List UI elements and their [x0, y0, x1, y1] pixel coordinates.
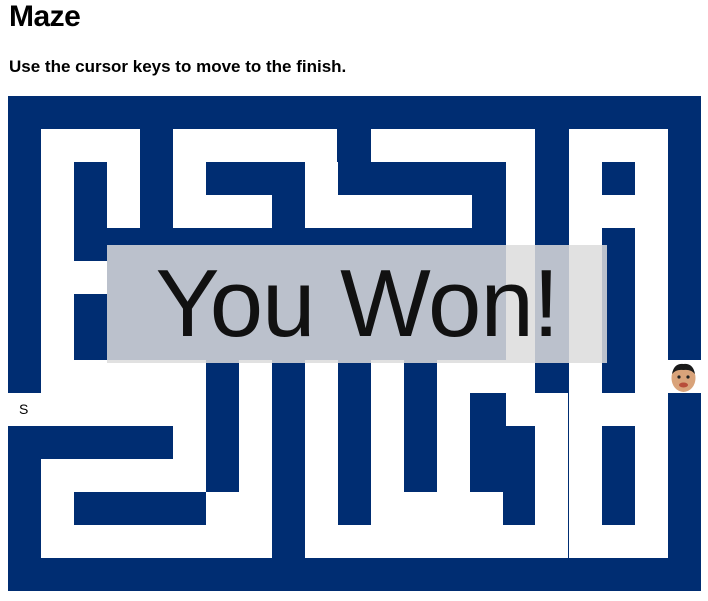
win-overlay: You Won!: [107, 245, 607, 363]
player-face-icon: [671, 363, 696, 392]
win-message: You Won!: [155, 250, 560, 357]
start-marker: S: [19, 401, 29, 417]
